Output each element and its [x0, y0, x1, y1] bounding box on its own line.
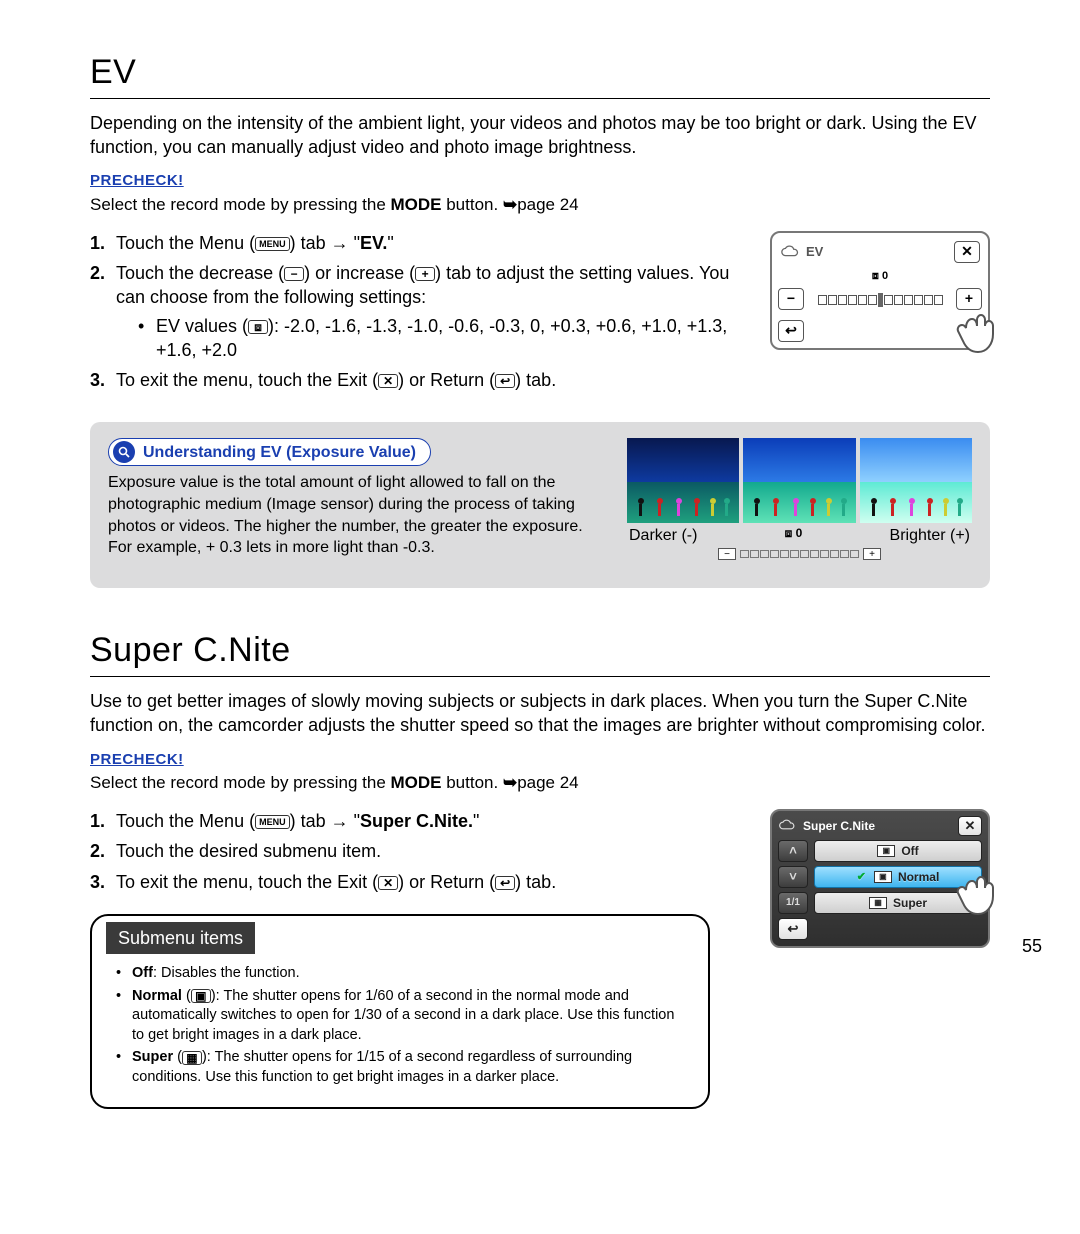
ev-values-bullet: EV values (⧈): -2.0, -1.6, -1.3, -1.0, -…	[138, 314, 752, 363]
scn-steps: Touch the Menu (MENU) tab → "Super C.Nit…	[90, 809, 752, 894]
minus-icon: −	[284, 267, 304, 281]
hand-pointer-icon	[946, 298, 1010, 362]
ev-step-1: Touch the Menu (MENU) tab → "EV."	[90, 231, 752, 255]
scn-panel-return-button[interactable]: ↩	[778, 918, 808, 940]
ev-indicator: ⧈ 0	[778, 269, 982, 284]
magnifier-icon	[113, 441, 135, 463]
cloud-icon: EV	[780, 243, 823, 261]
exit-icon: ✕	[378, 876, 398, 890]
ev-steps: Touch the Menu (MENU) tab → "EV." Touch …	[90, 231, 752, 393]
section-title-ev: EV	[90, 50, 990, 99]
submenu-item-off: Off: Disables the function.	[116, 964, 690, 984]
precheck-label-scn: PRECHECK!	[90, 750, 990, 770]
return-icon: ↩	[495, 876, 515, 890]
normal-mode-icon: ▣	[191, 989, 211, 1003]
ev-scale[interactable]	[810, 291, 950, 307]
menu-icon: MENU	[255, 237, 290, 251]
ev-panel-return-button[interactable]: ↩	[778, 320, 804, 342]
scn-step-3: To exit the menu, touch the Exit (✕) or …	[90, 870, 752, 894]
exit-icon: ✕	[378, 374, 398, 388]
mini-minus-icon: −	[718, 548, 736, 560]
scn-scroll-down-button[interactable]: ˅	[778, 866, 808, 888]
scn-scroll-up-button[interactable]: ˄	[778, 840, 808, 862]
submenu-item-normal: Normal (▣): The shutter opens for 1/60 o…	[116, 987, 690, 1046]
menu-icon: MENU	[255, 815, 290, 829]
super-mode-icon: ▦	[869, 897, 887, 909]
sample-brighter	[860, 438, 972, 522]
info-box-ev: Understanding EV (Exposure Value) Exposu…	[90, 422, 990, 588]
ev-step-3: To exit the menu, touch the Exit (✕) or …	[90, 368, 752, 392]
mini-ev-scale: − +	[627, 548, 972, 560]
scn-device-panel: Super C.Nite ✕ ˄ ▣ Off ˅ ▣ Normal 1/1 ▦ …	[770, 809, 990, 948]
plus-icon: +	[415, 267, 435, 281]
return-icon: ↩	[495, 374, 515, 388]
ev-intro: Depending on the intensity of the ambien…	[90, 111, 990, 160]
sample-neutral	[743, 438, 855, 522]
off-mode-icon: ▣	[877, 845, 895, 857]
scn-step-1: Touch the Menu (MENU) tab → "Super C.Nit…	[90, 809, 752, 833]
info-text: Exposure value is the total amount of li…	[108, 472, 609, 558]
caption-brighter: Brighter (+)	[890, 525, 970, 547]
ev-step-2: Touch the decrease (−) or increase (+) t…	[90, 261, 752, 362]
caption-mid: ⧈ 0	[785, 525, 803, 547]
ev-decrease-button[interactable]: −	[778, 288, 804, 310]
caption-darker: Darker (-)	[629, 525, 697, 547]
exposure-sample-strip: Darker (-) ⧈ 0 Brighter (+) − +	[627, 438, 972, 560]
submenu-heading: Submenu items	[106, 922, 255, 954]
cloud-icon	[778, 819, 798, 832]
scn-panel-close-button[interactable]: ✕	[958, 816, 982, 836]
submenu-box: Submenu items Off: Disables the function…	[90, 914, 710, 1109]
precheck-note-scn: Select the record mode by pressing the M…	[90, 772, 990, 795]
precheck-label-ev: PRECHECK!	[90, 171, 990, 191]
info-chip: Understanding EV (Exposure Value)	[108, 438, 431, 466]
section-title-scn: Super C.Nite	[90, 628, 990, 677]
page-number: 55	[1022, 934, 1042, 958]
ev-symbol-icon: ⧈	[248, 320, 268, 334]
ev-panel-close-button[interactable]: ✕	[954, 241, 980, 263]
scn-page-indicator: 1/1	[778, 892, 808, 914]
mini-plus-icon: +	[863, 548, 881, 560]
scn-intro: Use to get better images of slowly movin…	[90, 689, 990, 738]
submenu-item-super: Super (▦): The shutter opens for 1/15 of…	[116, 1048, 690, 1087]
normal-mode-icon: ▣	[874, 871, 892, 883]
scn-item-off[interactable]: ▣ Off	[814, 840, 982, 862]
scn-panel-title: Super C.Nite	[778, 818, 875, 834]
super-mode-icon: ▦	[182, 1051, 202, 1065]
hand-pointer-icon	[946, 860, 1010, 924]
ev-device-panel: EV ✕ ⧈ 0 − + ↩	[770, 231, 990, 350]
scn-step-2: Touch the desired submenu item.	[90, 839, 752, 863]
precheck-note-ev: Select the record mode by pressing the M…	[90, 194, 990, 217]
sample-darker	[627, 438, 739, 522]
